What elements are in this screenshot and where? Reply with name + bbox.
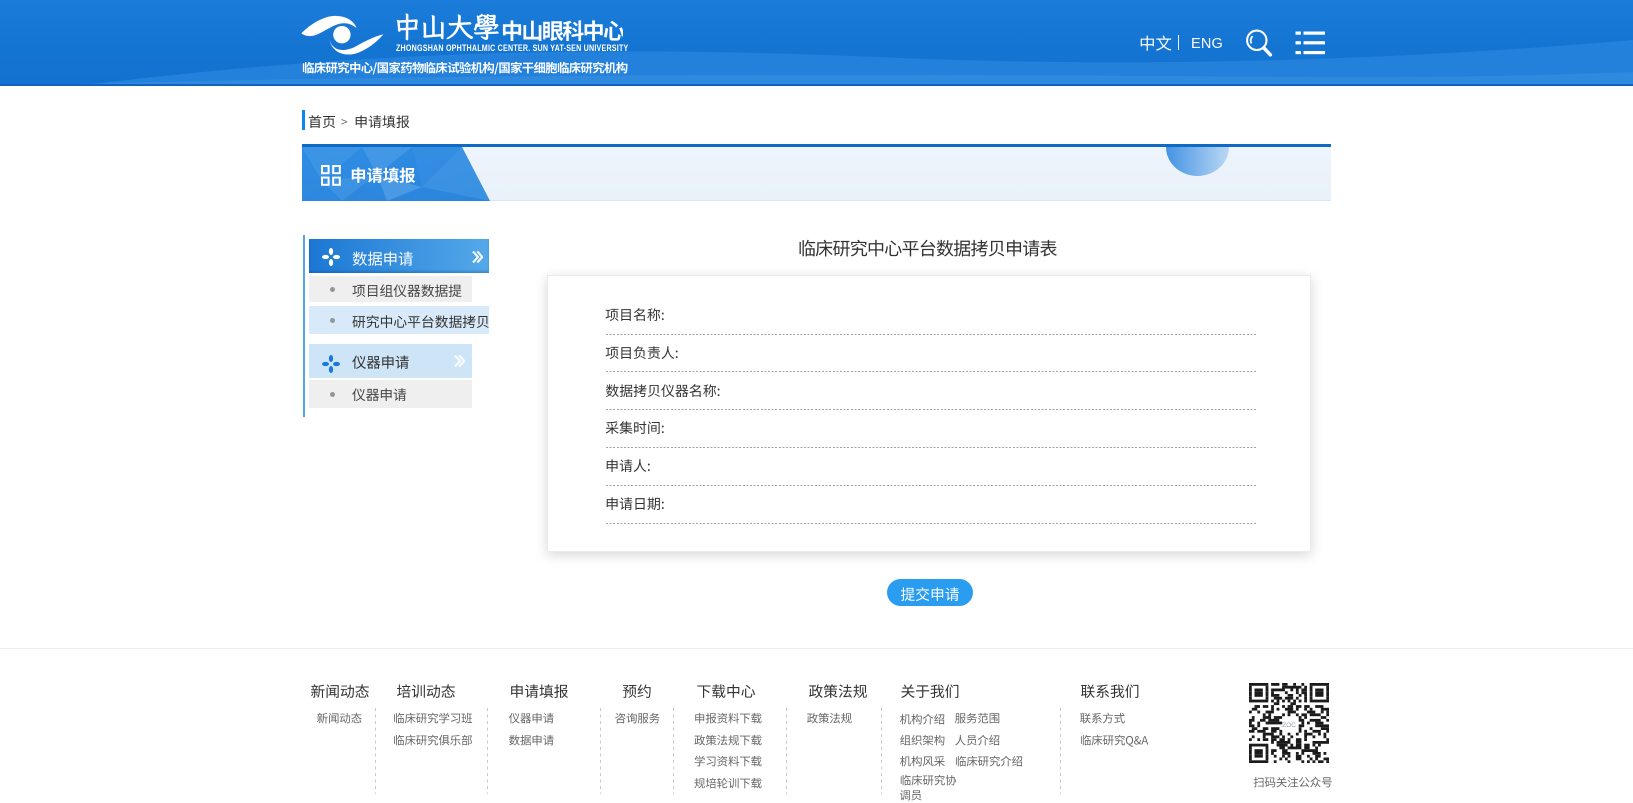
svg-text:ZOC: ZOC — [1282, 722, 1296, 729]
